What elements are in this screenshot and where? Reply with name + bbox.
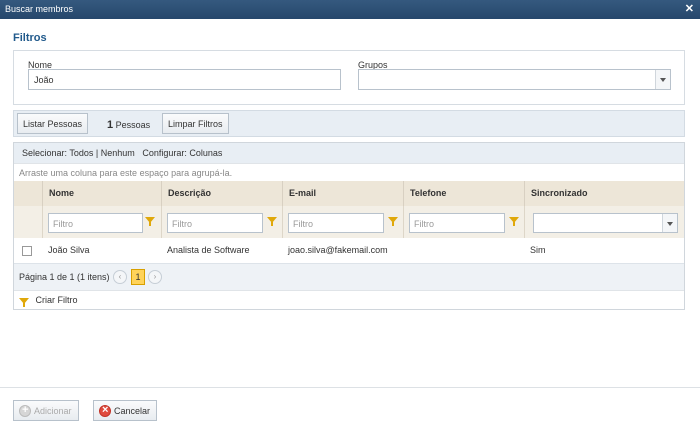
configure-label: Configurar: (142, 148, 187, 158)
filter-cell-email: Filtro (282, 206, 403, 238)
cell-descricao: Analista de Software (167, 245, 250, 255)
members-grid: Selecionar: Todos | Nenhum Configurar: C… (13, 142, 685, 310)
add-icon (19, 404, 31, 417)
dialog-footer: Adicionar Cancelar (0, 387, 700, 426)
select-separator: | (95, 148, 99, 158)
header-checkbox-column (14, 181, 42, 206)
nome-input[interactable]: João (28, 69, 341, 90)
filter-cell-descricao: Filtro (161, 206, 282, 238)
grid-filter-row: Filtro Filtro Filtro Filtro (14, 206, 684, 238)
grupos-select[interactable] (358, 69, 671, 90)
grid-pager: Página 1 de 1 (1 itens) ‹ 1 › (14, 263, 684, 290)
cell-nome: João Silva (48, 245, 90, 255)
filter-checkbox-column (14, 206, 42, 238)
filter-select-sincronizado[interactable] (533, 213, 678, 233)
header-descricao[interactable]: Descrição (161, 181, 282, 206)
row-checkbox[interactable] (22, 246, 32, 256)
header-sincronizado[interactable]: Sincronizado (524, 181, 684, 206)
cancel-icon (99, 404, 111, 417)
select-label: Selecionar: (22, 148, 68, 158)
window-titlebar: Buscar membros ✕ (0, 0, 700, 19)
cancel-button-label: Cancelar (114, 406, 151, 416)
filter-input-nome[interactable]: Filtro (48, 213, 143, 233)
filter-input-telefone[interactable]: Filtro (409, 213, 505, 233)
pager-next-button[interactable]: › (148, 270, 162, 284)
grid-header-row: Nome Descrição E-mail Telefone Sincroniz… (14, 181, 684, 206)
cancel-button[interactable]: Cancelar (93, 400, 158, 421)
chevron-down-icon[interactable] (662, 214, 677, 232)
add-button[interactable]: Adicionar (13, 400, 79, 421)
create-filter-link[interactable]: Criar Filtro (36, 295, 78, 305)
grid-selection-bar: Selecionar: Todos | Nenhum Configurar: C… (14, 143, 684, 163)
cell-telefone (403, 238, 524, 263)
filters-panel: Nome João Grupos (13, 50, 685, 105)
people-count-value: 1 (107, 119, 114, 131)
cell-email: joao.silva@fakemail.com (288, 245, 388, 255)
header-nome[interactable]: Nome (42, 181, 161, 206)
cell-sincronizado: Sim (530, 245, 546, 255)
pager-info: Página 1 de 1 (1 itens) (19, 272, 110, 282)
filter-input-descricao[interactable]: Filtro (167, 213, 263, 233)
filter-cell-sincronizado (524, 206, 684, 238)
select-none-link[interactable]: Nenhum (101, 148, 135, 158)
funnel-icon[interactable] (145, 217, 155, 226)
group-drop-zone[interactable]: Arraste uma coluna para este espaço para… (14, 163, 684, 181)
chevron-down-icon[interactable] (655, 70, 670, 89)
funnel-icon[interactable] (509, 217, 519, 226)
add-button-label: Adicionar (34, 406, 72, 416)
filters-title: Filtros (13, 32, 47, 44)
list-people-button[interactable]: Listar Pessoas (17, 113, 89, 134)
columns-link[interactable]: Colunas (189, 148, 222, 158)
pager-prev-button[interactable]: ‹ (113, 270, 127, 284)
header-email[interactable]: E-mail (282, 181, 403, 206)
funnel-icon[interactable] (388, 217, 398, 226)
filter-cell-telefone: Filtro (403, 206, 524, 238)
table-row[interactable]: João Silva Analista de Software joao.sil… (14, 238, 684, 263)
funnel-icon[interactable] (267, 217, 277, 226)
people-count: 1 Pessoas (107, 119, 150, 131)
create-filter-bar: Criar Filtro (14, 290, 684, 309)
funnel-icon[interactable] (19, 298, 29, 307)
pager-current-page[interactable]: 1 (131, 269, 145, 285)
filter-cell-nome: Filtro (42, 206, 161, 238)
window-title: Buscar membros (5, 4, 74, 14)
header-telefone[interactable]: Telefone (403, 181, 524, 206)
clear-filters-button[interactable]: Limpar Filtros (162, 113, 229, 134)
close-icon[interactable]: ✕ (685, 2, 694, 15)
select-all-link[interactable]: Todos (69, 148, 93, 158)
people-count-label: Pessoas (115, 120, 151, 130)
filter-input-email[interactable]: Filtro (288, 213, 384, 233)
actions-toolbar: Listar Pessoas 1 Pessoas Limpar Filtros (13, 110, 685, 137)
